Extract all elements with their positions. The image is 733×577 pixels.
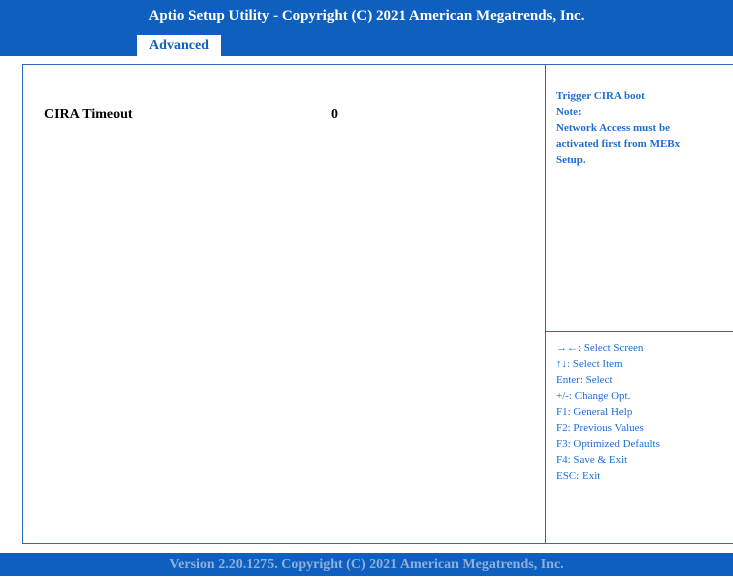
help-line: Trigger CIRA boot — [556, 90, 645, 102]
bios-title-bar: Aptio Setup Utility - Copyright (C) 2021… — [0, 0, 733, 34]
footer-version: Version 2.20.1275. Copyright (C) 2021 Am… — [169, 557, 564, 572]
key-change-opt: +/-: Change Opt. — [556, 390, 631, 402]
key-legend: →←: Select Screen ↑↓: Select Item Enter:… — [556, 340, 731, 484]
key-select-screen: →←: Select Screen — [556, 342, 644, 354]
key-esc-exit: ESC: Exit — [556, 470, 601, 482]
help-line: Setup. — [556, 154, 586, 166]
key-previous-values: F2: Previous Values — [556, 422, 644, 434]
key-select-item: ↑↓: Select Item — [556, 358, 623, 370]
help-line: activated first from MEBx — [556, 138, 681, 150]
help-panel-divider — [545, 64, 546, 544]
help-line: Note: — [556, 106, 582, 118]
setting-label: CIRA Timeout — [44, 107, 133, 122]
key-legend-divider — [545, 331, 733, 332]
help-text-panel: Trigger CIRA boot Note: Network Access m… — [556, 88, 726, 168]
key-optimized-defaults: F3: Optimized Defaults — [556, 438, 660, 450]
setting-value[interactable]: [Disabled] — [331, 89, 392, 106]
key-general-help: F1: General Help — [556, 406, 633, 418]
key-save-exit: F4: Save & Exit — [556, 454, 628, 466]
tab-bar — [0, 34, 733, 56]
key-enter-select: Enter: Select — [556, 374, 613, 386]
tab-advanced[interactable]: Advanced — [137, 35, 221, 57]
bios-footer: Version 2.20.1275. Copyright (C) 2021 Am… — [0, 553, 733, 576]
bios-title: Aptio Setup Utility - Copyright (C) 2021… — [148, 8, 585, 24]
help-line: Network Access must be — [556, 122, 670, 134]
setting-label: Activate Remote Assistance Process — [44, 90, 257, 105]
setting-value[interactable]: 0 — [331, 106, 338, 123]
